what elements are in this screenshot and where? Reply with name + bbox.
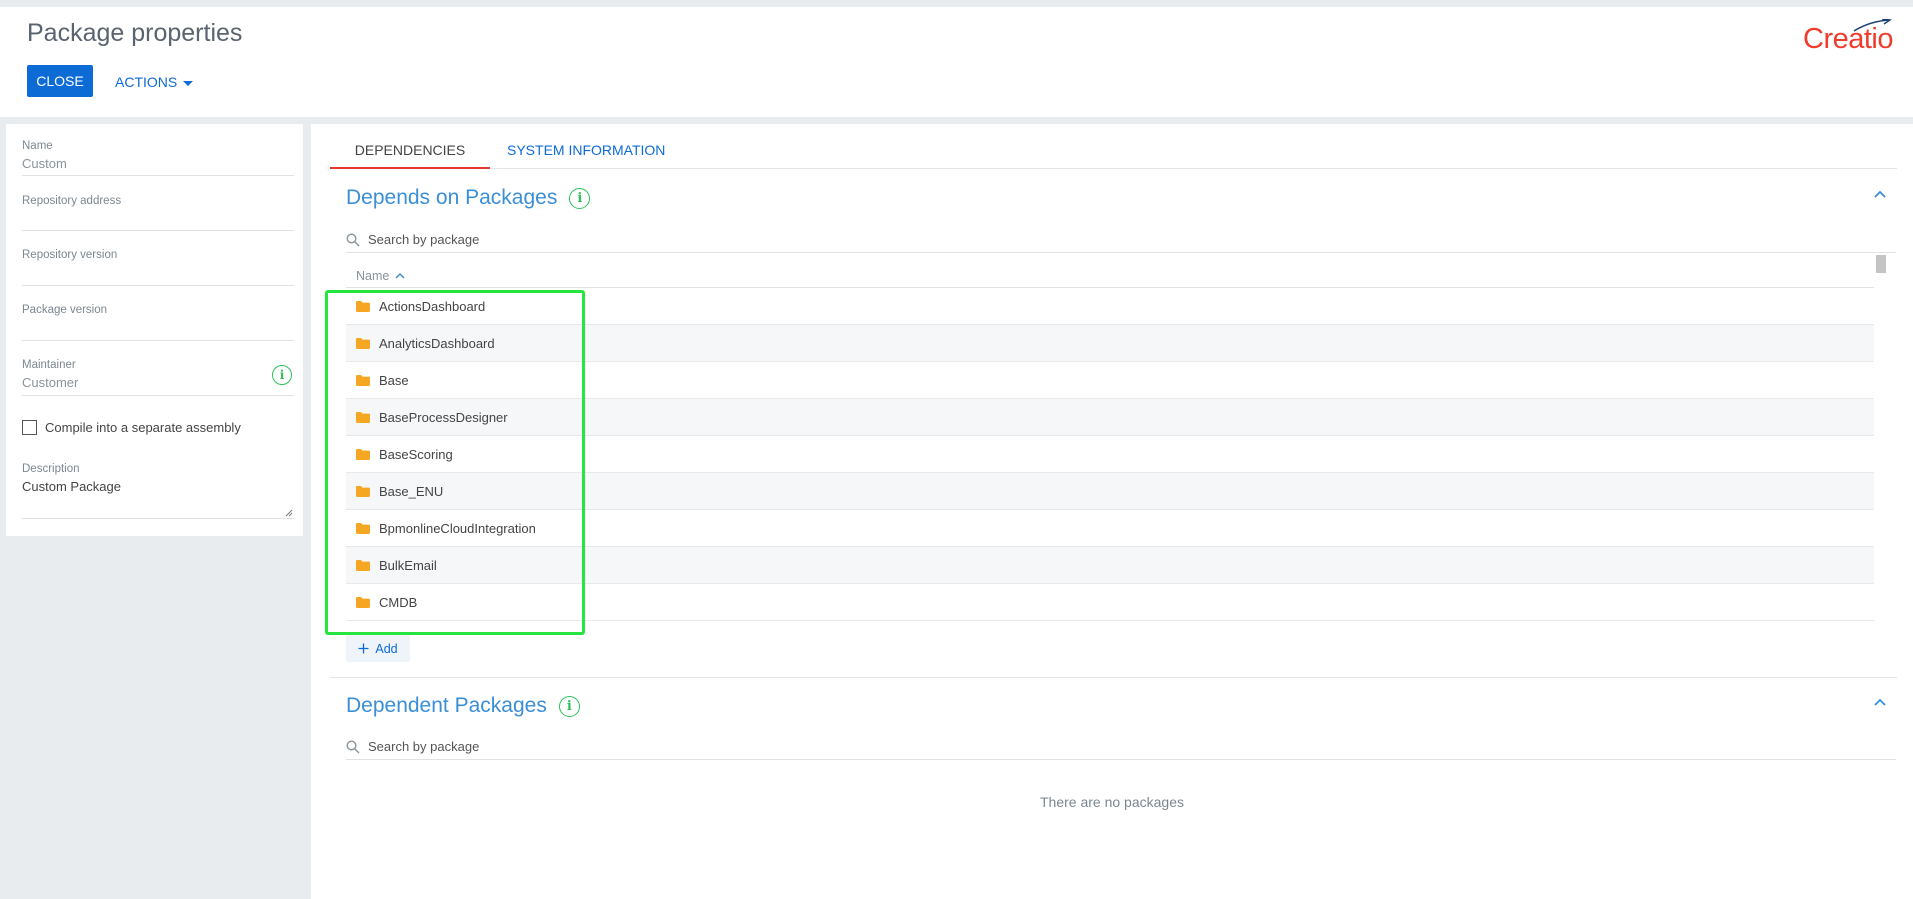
package-name: BulkEmail — [379, 557, 437, 573]
name-column-header[interactable]: Name — [346, 264, 1874, 288]
table-row[interactable]: AnalyticsDashboard — [346, 325, 1874, 362]
dependent-search[interactable] — [346, 734, 1896, 760]
maintainer-label: Maintainer — [22, 359, 76, 371]
folder-icon — [356, 559, 370, 571]
maintainer-value: Customer — [22, 375, 79, 390]
dependent-search-input[interactable] — [368, 739, 868, 754]
folder-icon — [356, 522, 370, 534]
description-value: Custom Package — [22, 479, 121, 494]
folder-icon — [356, 448, 370, 460]
package-name: Base — [379, 372, 409, 388]
depends-on-search[interactable] — [346, 227, 1896, 253]
search-icon — [346, 232, 360, 246]
actions-label: ACTIONS — [115, 74, 178, 90]
folder-icon — [356, 300, 370, 312]
resize-grip-icon[interactable] — [285, 509, 293, 517]
actions-button[interactable]: ACTIONS — [115, 71, 194, 93]
name-label: Name — [22, 140, 53, 152]
name-column-label: Name — [356, 268, 390, 283]
name-value: Custom — [22, 156, 67, 171]
package-name: CMDB — [379, 594, 418, 610]
plus-icon — [358, 643, 369, 654]
repository-version-label: Repository version — [22, 249, 118, 261]
dependent-title-text: Dependent Packages — [346, 694, 547, 717]
depends-on-search-input[interactable] — [368, 232, 868, 247]
tab-dependencies[interactable]: DEPENDENCIES — [330, 142, 490, 169]
scrollbar[interactable] — [1876, 255, 1886, 273]
close-button[interactable]: CLOSE — [27, 65, 93, 97]
tab-bar: DEPENDENCIES SYSTEM INFORMATION — [330, 124, 1897, 169]
maintainer-info-icon[interactable]: i — [272, 365, 292, 385]
top-strip — [0, 0, 1913, 7]
depends-on-grid: Name ActionsDashboard AnalyticsDashboard B… — [346, 264, 1874, 621]
folder-icon — [356, 374, 370, 386]
package-name: Base_ENU — [379, 483, 444, 499]
depends-on-title-text: Depends on Packages — [346, 186, 558, 209]
package-name: BaseScoring — [379, 446, 453, 462]
package-rows: ActionsDashboard AnalyticsDashboard Base Ba… — [346, 288, 1874, 621]
folder-icon — [356, 596, 370, 608]
depends-on-title[interactable]: Depends on Packages i — [346, 186, 591, 210]
section-divider — [330, 677, 1897, 678]
add-button[interactable]: Add — [346, 635, 410, 662]
package-version-field[interactable]: Package version — [22, 304, 294, 341]
maintainer-field[interactable]: Maintainer Customer i — [22, 359, 294, 396]
repository-address-label: Repository address — [22, 195, 122, 207]
table-row[interactable]: CMDB — [346, 584, 1874, 621]
repository-version-field[interactable]: Repository version — [22, 249, 294, 286]
properties-panel: Name Custom Repository address Repositor… — [6, 124, 303, 536]
table-row[interactable]: BaseProcessDesigner — [346, 399, 1874, 436]
package-name: ActionsDashboard — [379, 298, 486, 314]
package-version-label: Package version — [22, 304, 108, 316]
dependent-title[interactable]: Dependent Packages i — [346, 694, 580, 718]
sort-ascending-icon — [395, 272, 405, 279]
main-content: DEPENDENCIES SYSTEM INFORMATION Depends … — [311, 124, 1913, 899]
folder-icon — [356, 485, 370, 497]
chevron-up-icon[interactable] — [1873, 697, 1887, 707]
compile-checkbox-row[interactable]: Compile into a separate assembly — [22, 420, 241, 435]
package-name: BaseProcessDesigner — [379, 409, 508, 425]
folder-icon — [356, 337, 370, 349]
table-row[interactable]: BaseScoring — [346, 436, 1874, 473]
description-field[interactable]: Description Custom Package — [22, 463, 294, 519]
page-title: Package properties — [27, 19, 243, 47]
dependent-info-icon[interactable]: i — [558, 695, 580, 717]
creatio-logo: Creatio — [1803, 23, 1894, 55]
compile-checkbox[interactable] — [22, 420, 37, 435]
depends-on-info-icon[interactable]: i — [569, 187, 591, 209]
repository-address-field[interactable]: Repository address — [22, 195, 294, 231]
tab-system-information[interactable]: SYSTEM INFORMATION — [507, 142, 665, 169]
description-label: Description — [22, 463, 80, 475]
empty-state-text: There are no packages — [1040, 794, 1184, 810]
table-row[interactable]: Base — [346, 362, 1874, 399]
package-name: BpmonlineCloudIntegration — [379, 520, 536, 536]
caret-down-icon — [183, 80, 194, 86]
table-row[interactable]: ActionsDashboard — [346, 288, 1874, 325]
table-row[interactable]: BpmonlineCloudIntegration — [346, 510, 1874, 547]
add-button-label: Add — [375, 641, 398, 656]
chevron-up-icon[interactable] — [1873, 189, 1887, 199]
table-row[interactable]: BulkEmail — [346, 547, 1874, 584]
folder-icon — [356, 411, 370, 423]
compile-checkbox-label: Compile into a separate assembly — [45, 420, 241, 435]
search-icon — [346, 739, 360, 753]
page-header: Package properties CLOSE ACTIONS Creatio — [0, 7, 1913, 117]
table-row[interactable]: Base_ENU — [346, 473, 1874, 510]
name-field[interactable]: Name Custom — [22, 140, 294, 176]
package-name: AnalyticsDashboard — [379, 335, 495, 351]
